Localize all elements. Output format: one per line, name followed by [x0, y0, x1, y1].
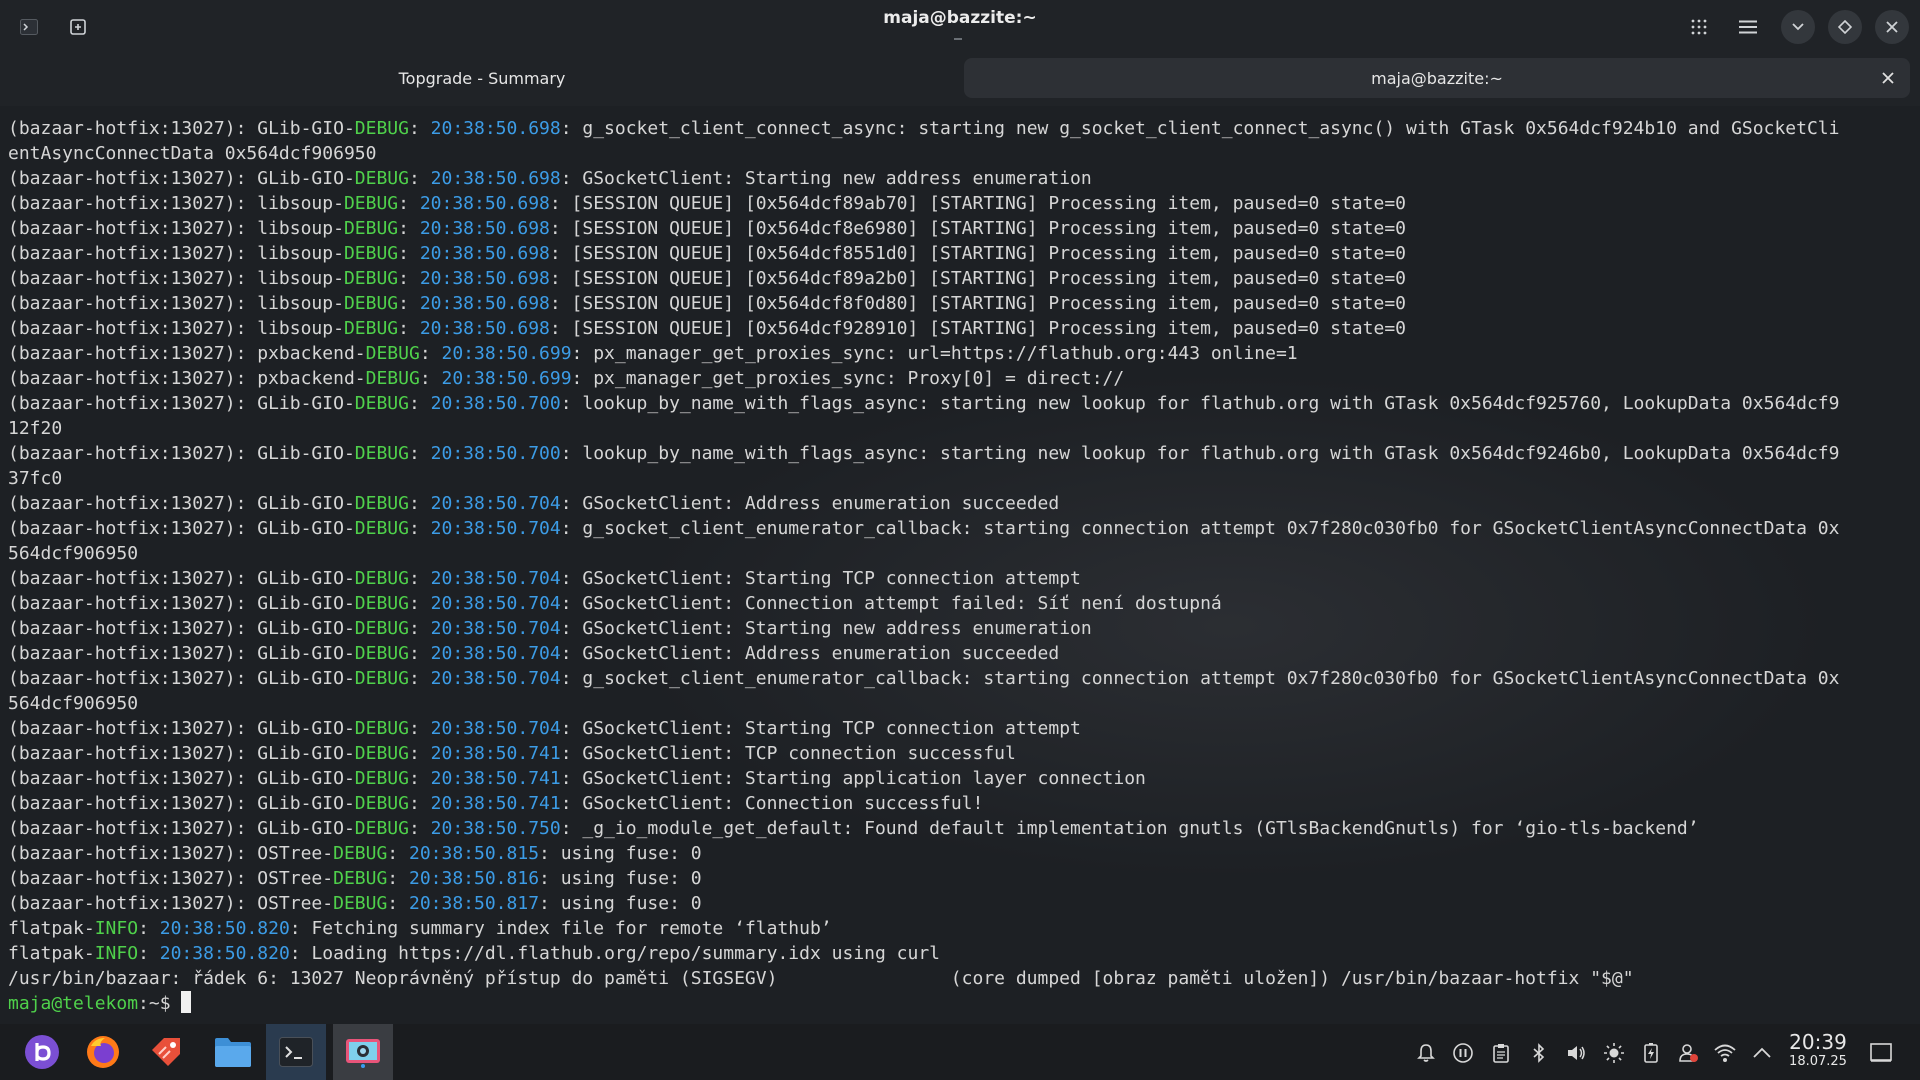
- firefox-icon[interactable]: [73, 1024, 133, 1080]
- grid-menu-icon[interactable]: [1682, 10, 1716, 44]
- media-pause-icon[interactable]: [1450, 1040, 1476, 1066]
- text-cursor: [181, 991, 192, 1013]
- clock-date: 18.07.25: [1789, 1054, 1847, 1069]
- title-indicator: [954, 38, 962, 40]
- terminal-line: (bazaar-hotfix:13027): GLib-GIO-DEBUG: 2…: [8, 118, 1840, 139]
- konsole-taskbar-icon[interactable]: [266, 1024, 326, 1080]
- terminal-line: (bazaar-hotfix:13027): pxbackend-DEBUG: …: [8, 343, 1298, 364]
- terminal-line: 12f20: [8, 418, 63, 439]
- terminal-line: (bazaar-hotfix:13027): GLib-GIO-DEBUG: 2…: [8, 618, 1092, 639]
- terminal-line: (bazaar-hotfix:13027): GLib-GIO-DEBUG: 2…: [8, 643, 1060, 664]
- notifications-icon[interactable]: [1413, 1040, 1439, 1066]
- terminal-line: 564dcf906950: [8, 543, 139, 564]
- terminal-line: 564dcf906950: [8, 693, 139, 714]
- battery-icon[interactable]: [1638, 1040, 1664, 1066]
- terminal-line: (bazaar-hotfix:13027): libsoup-DEBUG: 20…: [8, 293, 1406, 314]
- terminal-line: (bazaar-hotfix:13027): GLib-GIO-DEBUG: 2…: [8, 493, 1060, 514]
- minimize-button[interactable]: [1781, 10, 1815, 44]
- terminal-line: /usr/bin/bazaar: řádek 6: 13027 Neoprávn…: [8, 968, 1634, 989]
- bluetooth-icon[interactable]: [1526, 1040, 1552, 1066]
- bazzite-launcher-icon[interactable]: [12, 1024, 72, 1080]
- terminal-line: flatpak-INFO: 20:38:50.820: Loading http…: [8, 943, 941, 964]
- close-tab-icon[interactable]: [1878, 68, 1898, 88]
- terminal-line: (bazaar-hotfix:13027): GLib-GIO-DEBUG: 2…: [8, 168, 1092, 189]
- tab-terminal-active[interactable]: maja@bazzite:~: [964, 58, 1910, 98]
- volume-icon[interactable]: [1563, 1040, 1589, 1066]
- terminal-line: (bazaar-hotfix:13027): pxbackend-DEBUG: …: [8, 368, 1125, 389]
- hamburger-menu-icon[interactable]: [1731, 10, 1765, 44]
- terminal-line: (bazaar-hotfix:13027): GLib-GIO-DEBUG: 2…: [8, 518, 1840, 539]
- terminal-line: (bazaar-hotfix:13027): OSTree-DEBUG: 20:…: [8, 843, 702, 864]
- desktop: maja@bazzite:~ Topgrade - Summary maja@b…: [0, 0, 1920, 1080]
- terminal-line: 37fc0: [8, 468, 63, 489]
- tab-bar: Topgrade - Summary maja@bazzite:~: [0, 50, 1920, 106]
- wifi-icon[interactable]: [1712, 1040, 1738, 1066]
- terminal-line: (bazaar-hotfix:13027): OSTree-DEBUG: 20:…: [8, 868, 702, 889]
- screenshot-tool-icon[interactable]: [333, 1024, 393, 1080]
- terminal-line: (bazaar-hotfix:13027): GLib-GIO-DEBUG: 2…: [8, 593, 1222, 614]
- user-account-icon[interactable]: [1675, 1040, 1701, 1066]
- window-title: maja@bazzite:~: [883, 8, 1037, 28]
- terminal-line: entAsyncConnectData 0x564dcf906950: [8, 143, 377, 164]
- close-window-button[interactable]: [1875, 10, 1909, 44]
- terminal-line: (bazaar-hotfix:13027): GLib-GIO-DEBUG: 2…: [8, 743, 1016, 764]
- terminal-line: (bazaar-hotfix:13027): libsoup-DEBUG: 20…: [8, 218, 1406, 239]
- brightness-icon[interactable]: [1601, 1040, 1627, 1066]
- tab-topgrade-summary[interactable]: Topgrade - Summary: [10, 58, 954, 98]
- tray-expand-icon[interactable]: [1749, 1040, 1775, 1066]
- terminal-text: (bazaar-hotfix:13027): GLib-GIO-DEBUG: 2…: [0, 106, 1920, 1016]
- terminal-line: (bazaar-hotfix:13027): GLib-GIO-DEBUG: 2…: [8, 768, 1146, 789]
- terminal-line: (bazaar-hotfix:13027): OSTree-DEBUG: 20:…: [8, 893, 702, 914]
- terminal-line: (bazaar-hotfix:13027): GLib-GIO-DEBUG: 2…: [8, 718, 1081, 739]
- terminal-line: flatpak-INFO: 20:38:50.820: Fetching sum…: [8, 918, 832, 939]
- terminal-line: (bazaar-hotfix:13027): libsoup-DEBUG: 20…: [8, 243, 1406, 264]
- terminal-line: (bazaar-hotfix:13027): GLib-GIO-DEBUG: 2…: [8, 443, 1840, 464]
- terminal-line: (bazaar-hotfix:13027): GLib-GIO-DEBUG: 2…: [8, 568, 1081, 589]
- clock-time: 20:39: [1789, 1030, 1847, 1054]
- terminal-line: (bazaar-hotfix:13027): GLib-GIO-DEBUG: 2…: [8, 393, 1840, 414]
- clipboard-icon[interactable]: [1488, 1040, 1514, 1066]
- file-manager-icon[interactable]: [203, 1024, 263, 1080]
- prompt-user: maja@telekom: [8, 993, 139, 1014]
- taskbar: 20:39 18.07.25: [0, 1024, 1920, 1080]
- prompt-path: :~$: [138, 993, 182, 1014]
- terminal-line: (bazaar-hotfix:13027): libsoup-DEBUG: 20…: [8, 193, 1406, 214]
- terminal-line: (bazaar-hotfix:13027): GLib-GIO-DEBUG: 2…: [8, 818, 1699, 839]
- terminal-output[interactable]: (bazaar-hotfix:13027): GLib-GIO-DEBUG: 2…: [0, 106, 1920, 1024]
- terminal-line: (bazaar-hotfix:13027): libsoup-DEBUG: 20…: [8, 268, 1406, 289]
- window-titlebar[interactable]: maja@bazzite:~: [0, 0, 1920, 50]
- tab-label: Topgrade - Summary: [398, 68, 566, 88]
- show-desktop-icon[interactable]: [1868, 1040, 1894, 1066]
- terminal-line: (bazaar-hotfix:13027): libsoup-DEBUG: 20…: [8, 318, 1406, 339]
- tab-label: maja@bazzite:~: [1371, 68, 1503, 88]
- terminal-line: (bazaar-hotfix:13027): GLib-GIO-DEBUG: 2…: [8, 668, 1840, 689]
- terminal-line: (bazaar-hotfix:13027): GLib-GIO-DEBUG: 2…: [8, 793, 984, 814]
- maximize-button[interactable]: [1828, 10, 1862, 44]
- system-clock[interactable]: 20:39 18.07.25: [1782, 1030, 1854, 1070]
- bazaar-store-icon[interactable]: [136, 1024, 196, 1080]
